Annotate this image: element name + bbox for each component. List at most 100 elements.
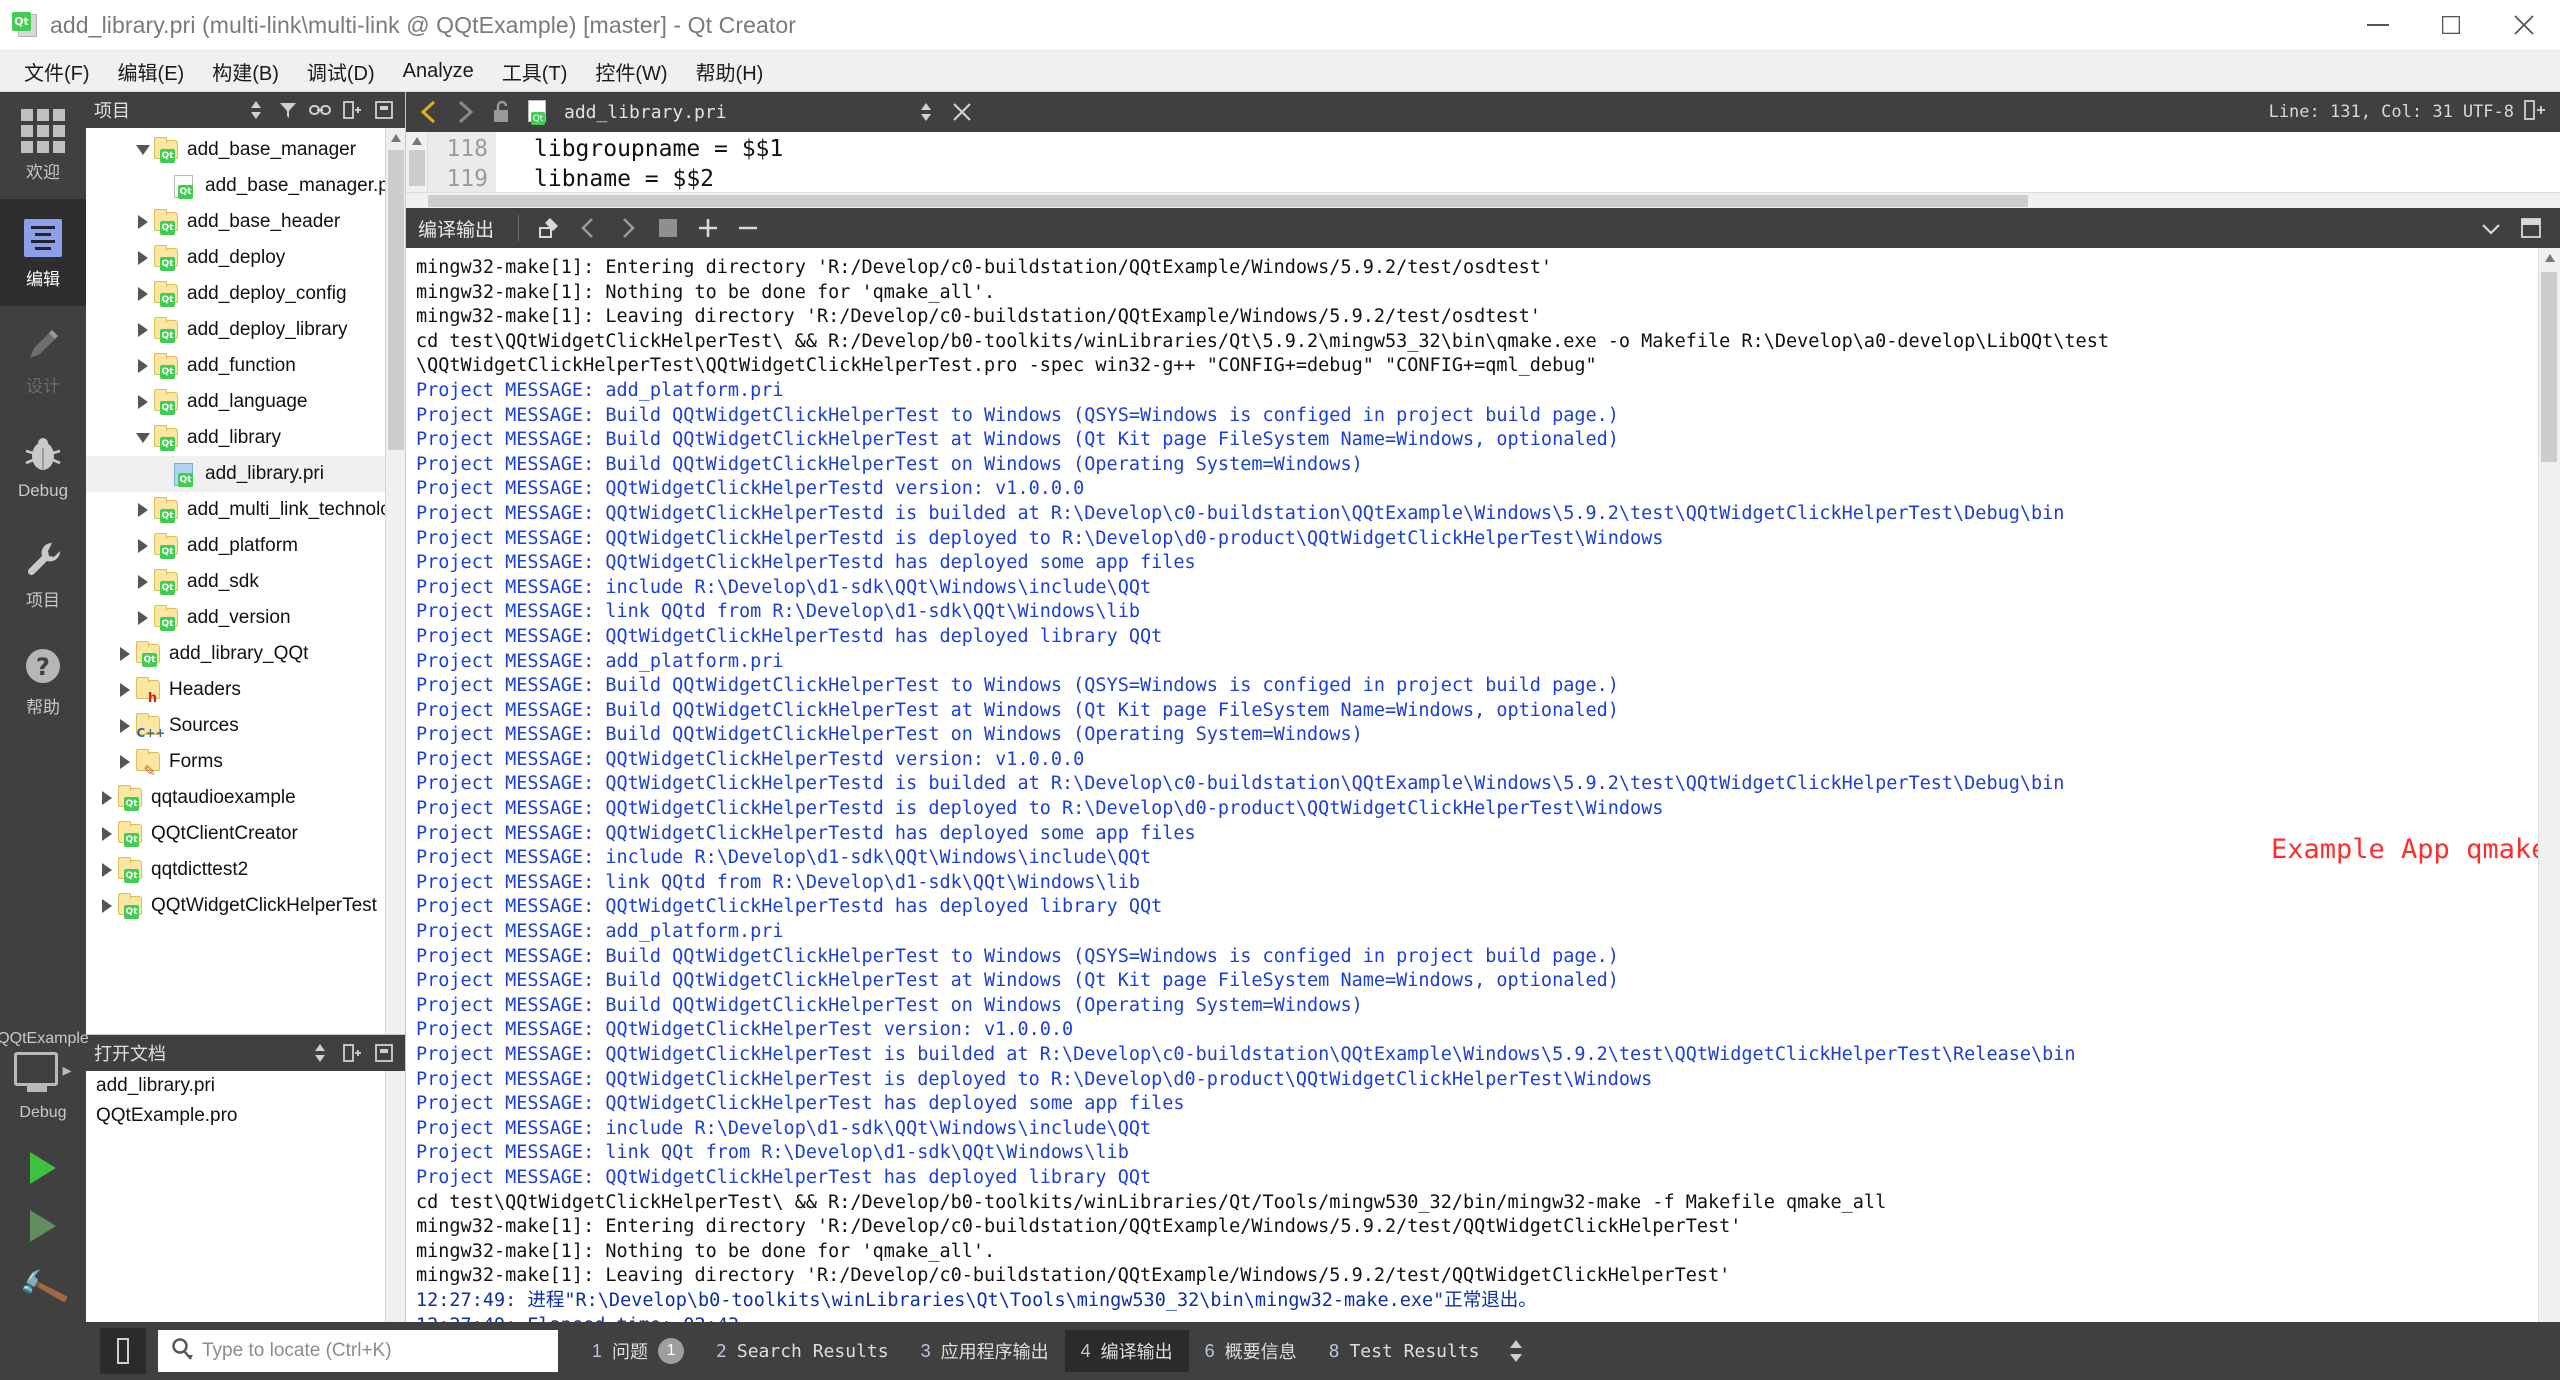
encoding-label[interactable]: UTF-8 <box>2463 102 2514 122</box>
locator-bar[interactable]: Type to locate (Ctrl+K) <box>158 1330 558 1372</box>
minimize-icon[interactable] <box>2341 0 2414 51</box>
tree-item[interactable]: Qt add_platform <box>86 528 405 564</box>
tree-item[interactable]: Qt add_version <box>86 600 405 636</box>
split-icon[interactable] <box>339 97 365 123</box>
compile-output-pane[interactable]: mingw32-make[1]: Entering directory 'R:/… <box>406 248 2560 1322</box>
tree-item[interactable]: Qt add_deploy <box>86 240 405 276</box>
chevron-down-icon[interactable] <box>2472 211 2510 245</box>
menu-tools[interactable]: 工具(T) <box>488 53 582 90</box>
code-line[interactable]: libgroupname = $$1 <box>534 134 2560 164</box>
link-icon[interactable] <box>307 97 333 123</box>
back-arrow-icon[interactable] <box>412 95 446 129</box>
tree-item[interactable]: Qt qqtdicttest2 <box>86 852 405 888</box>
chevron-right-icon[interactable] <box>132 535 154 557</box>
chevron-right-icon[interactable] <box>96 823 118 845</box>
close-icon[interactable] <box>2487 0 2560 51</box>
tree-item[interactable]: Qt add_sdk <box>86 564 405 600</box>
mode-design[interactable]: 设计 <box>0 306 86 413</box>
open-documents-scrollbar[interactable] <box>385 1071 405 1322</box>
editor-vertical-scrollbar[interactable] <box>406 132 428 192</box>
output-tab[interactable]: 2 Search Results <box>700 1333 905 1370</box>
tree-item[interactable]: Qt add_multi_link_technology <box>86 492 405 528</box>
chevron-right-icon[interactable] <box>114 679 136 701</box>
filter-icon[interactable] <box>275 97 301 123</box>
chevron-right-icon[interactable] <box>114 715 136 737</box>
compile-output-scrollbar[interactable] <box>2538 248 2560 1322</box>
sidebar-toggle-icon[interactable] <box>100 1328 146 1374</box>
unlocked-icon[interactable] <box>484 95 518 129</box>
chevron-right-icon[interactable] <box>132 499 154 521</box>
tree-item[interactable]: C++ Sources <box>86 708 405 744</box>
plus-icon[interactable] <box>689 211 727 245</box>
tree-item[interactable]: Qt add_library.pri <box>86 456 405 492</box>
editor-horizontal-scrollbar[interactable] <box>406 192 2560 208</box>
chevron-right-icon[interactable] <box>132 319 154 341</box>
tree-item[interactable]: Qt QQtClientCreator <box>86 816 405 852</box>
tree-item[interactable]: h Headers <box>86 672 405 708</box>
chevron-right-icon[interactable] <box>132 391 154 413</box>
close-panel-icon[interactable] <box>371 1040 397 1066</box>
scroll-up-icon[interactable] <box>386 128 405 148</box>
chevron-right-icon[interactable] <box>96 859 118 881</box>
tree-item[interactable]: Qt add_function <box>86 348 405 384</box>
document-list-updown-icon[interactable] <box>909 95 943 129</box>
chevron-right-icon[interactable] <box>132 247 154 269</box>
stop-square-icon[interactable] <box>649 211 687 245</box>
menu-edit[interactable]: 编辑(E) <box>104 53 199 90</box>
chevron-right-icon[interactable] <box>114 751 136 773</box>
editor-filename[interactable]: add_library.pri <box>564 102 727 123</box>
chevron-right-icon[interactable] <box>132 607 154 629</box>
kit-selector[interactable]: QQtExample ▸ Debug 🔨 <box>0 1030 89 1322</box>
tree-item[interactable]: Qt QQtWidgetClickHelperTest <box>86 888 405 924</box>
menu-window[interactable]: 控件(W) <box>581 53 681 90</box>
chevron-right-icon[interactable] <box>96 787 118 809</box>
output-tab[interactable]: 6 概要信息 <box>1189 1330 1313 1372</box>
tree-item[interactable]: Qt add_library <box>86 420 405 456</box>
chevron-right-icon[interactable] <box>132 283 154 305</box>
editor-code-content[interactable]: libgroupname = $$1 libname = $$2 <box>496 132 2560 192</box>
menu-help[interactable]: 帮助(H) <box>682 53 778 90</box>
build-hammer-button[interactable]: 🔨 <box>15 1262 71 1317</box>
menu-debug[interactable]: 调试(D) <box>293 53 389 90</box>
output-tab[interactable]: 1 问题 1 <box>576 1330 700 1372</box>
output-tab[interactable]: 4 编译输出 <box>1064 1330 1189 1372</box>
tree-item[interactable]: Qt add_language <box>86 384 405 420</box>
menu-build[interactable]: 构建(B) <box>198 53 293 90</box>
chevron-right-icon[interactable] <box>132 211 154 233</box>
open-document-item[interactable]: QQtExample.pro <box>86 1101 405 1131</box>
clear-broom-icon[interactable] <box>529 211 567 245</box>
tree-item[interactable]: Qt add_base_manager.pri <box>86 168 405 204</box>
prev-item-icon[interactable] <box>569 211 607 245</box>
tree-item[interactable]: Qt qqtaudioexample <box>86 780 405 816</box>
chevron-right-icon[interactable] <box>114 643 136 665</box>
mode-debug[interactable]: Debug <box>0 413 86 520</box>
maximize-pane-icon[interactable] <box>2512 211 2550 245</box>
project-tree[interactable]: Qt add_base_manager Qt add_base_manager.pri… <box>86 128 405 1034</box>
chevron-down-icon[interactable] <box>132 427 154 449</box>
minus-icon[interactable] <box>729 211 767 245</box>
updown-arrow-icon[interactable] <box>243 97 269 123</box>
mode-projects[interactable]: 项目 <box>0 520 86 627</box>
mode-edit[interactable]: 编辑 <box>0 199 86 306</box>
tree-item[interactable]: Qt add_deploy_library <box>86 312 405 348</box>
chevron-right-icon[interactable] <box>132 571 154 593</box>
open-documents-list[interactable]: add_library.pri QQtExample.pro <box>86 1071 405 1322</box>
open-document-item[interactable]: add_library.pri <box>86 1071 405 1101</box>
chevron-down-icon[interactable] <box>132 139 154 161</box>
mode-welcome[interactable]: 欢迎 <box>0 92 86 199</box>
debug-run-button[interactable] <box>30 1210 56 1242</box>
sort-icon[interactable] <box>307 1040 333 1066</box>
tree-item[interactable]: Qt add_base_header <box>86 204 405 240</box>
tree-item[interactable]: Qt add_base_manager <box>86 132 405 168</box>
maximize-icon[interactable] <box>2414 0 2487 51</box>
run-button[interactable] <box>30 1152 56 1184</box>
tree-item[interactable]: Qt add_deploy_config <box>86 276 405 312</box>
forward-arrow-icon[interactable] <box>448 95 482 129</box>
mode-help[interactable]: ? 帮助 <box>0 627 86 734</box>
tree-item[interactable]: Qt add_library_QQt <box>86 636 405 672</box>
project-tree-scrollbar[interactable] <box>385 128 405 1034</box>
locator-input[interactable]: Type to locate (Ctrl+K) <box>202 1340 392 1362</box>
output-tab[interactable]: 3 应用程序输出 <box>905 1330 1065 1372</box>
menu-file[interactable]: 文件(F) <box>10 53 104 90</box>
split-editor-icon[interactable] <box>2524 99 2546 126</box>
